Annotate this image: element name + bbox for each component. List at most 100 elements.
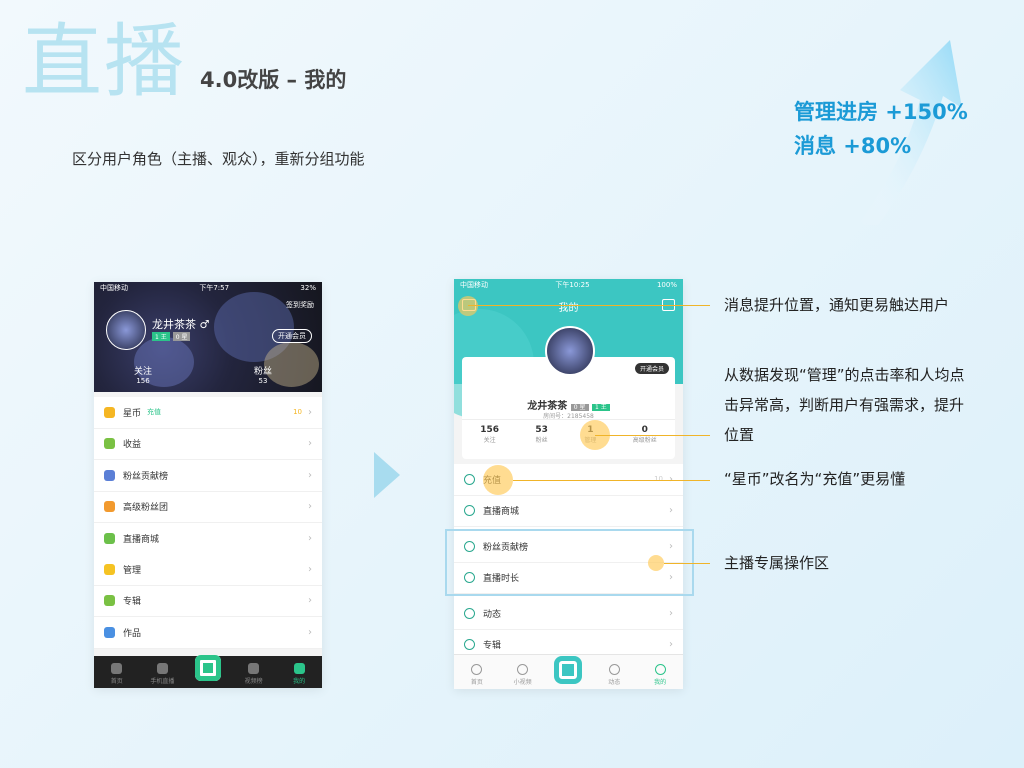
- tab-item[interactable]: 我的: [280, 663, 318, 688]
- old-menu-group-2: 管理 › 专辑 › 作品 ›: [94, 554, 322, 649]
- stat-label: 关注: [483, 437, 496, 444]
- status-time: 下午10:25: [555, 281, 590, 289]
- menu-item-label: 直播商城: [123, 534, 160, 545]
- tab-item[interactable]: 小视频: [504, 664, 542, 689]
- old-menu-group-1: 星币 充值 10 › 收益 › 粉丝贡献榜 › 高级粉丝团 › 直播商城 ›: [94, 397, 322, 555]
- chevron-right-icon: ›: [308, 501, 312, 513]
- username: 龙井茶茶 ♂: [152, 318, 210, 331]
- chevron-right-icon: ›: [669, 607, 673, 619]
- status-time: 下午7:57: [199, 284, 230, 292]
- stat-item[interactable]: 53 粉丝: [535, 425, 548, 444]
- star-badge: 0 星: [570, 404, 589, 411]
- menu-item[interactable]: 动态 ›: [454, 598, 683, 630]
- menu-item[interactable]: 粉丝贡献榜 ›: [94, 460, 322, 492]
- menu-item-label: 直播商城: [483, 507, 520, 518]
- checkin-reward-link[interactable]: 签到奖励: [286, 300, 314, 310]
- chevron-right-icon: ›: [669, 639, 673, 651]
- tab-label: 视频榜: [244, 678, 263, 685]
- menu-item[interactable]: 星币 充值 10 ›: [94, 397, 322, 429]
- chevron-right-icon: ›: [308, 626, 312, 638]
- callout-line-message: [468, 305, 710, 306]
- tab-item[interactable]: 首页: [98, 663, 136, 688]
- chevron-right-icon: ›: [308, 469, 312, 481]
- tab-label: 首页: [470, 679, 483, 686]
- slide-description: 区分用户角色（主播、观众），重新分组功能: [72, 150, 365, 168]
- battery-level: 100%: [656, 281, 677, 289]
- annotation-recharge: “星币”改名为“充值”更易懂: [724, 470, 906, 488]
- level-badge: 1 王: [591, 404, 610, 411]
- tab-label: 我的: [293, 678, 306, 685]
- carrier-label: 中国移动: [460, 281, 488, 289]
- anchor-area-bubble: [648, 555, 664, 571]
- tab-item[interactable]: [189, 655, 227, 688]
- recharge-highlight-bubble: [483, 465, 513, 495]
- vip-button[interactable]: 开通会员: [272, 329, 312, 343]
- trophy-icon: [104, 469, 115, 481]
- tab-icon: [471, 664, 483, 675]
- tab-label: 小视频: [513, 679, 532, 686]
- fans-stat[interactable]: 粉丝 53: [254, 364, 272, 385]
- follow-stat[interactable]: 关注 156: [134, 364, 152, 385]
- stat-value: 53: [535, 425, 548, 435]
- chevron-right-icon: ›: [308, 563, 312, 575]
- tab-item[interactable]: [549, 656, 587, 689]
- tab-item[interactable]: 动态: [595, 664, 633, 689]
- avatar[interactable]: [545, 326, 595, 376]
- follow-label: 关注: [134, 367, 153, 377]
- menu-item[interactable]: 管理 ›: [94, 554, 322, 586]
- tab-item[interactable]: 视频榜: [235, 663, 273, 688]
- menu-item-value: 10: [293, 408, 302, 417]
- tab-icon: [517, 664, 529, 675]
- vip-button[interactable]: 开通会员: [634, 363, 669, 374]
- tab-item[interactable]: 我的: [641, 664, 679, 689]
- menu-item-label: 管理: [123, 565, 142, 576]
- tab-label: 首页: [110, 678, 123, 685]
- stat-manage: 管理进房 +150%: [794, 100, 968, 124]
- chevron-right-icon: ›: [308, 595, 312, 607]
- live-camera-icon: [554, 656, 583, 684]
- avatar[interactable]: [106, 310, 146, 350]
- live-camera-icon: [194, 655, 221, 681]
- tab-item[interactable]: 手机直播: [143, 663, 181, 688]
- bag-icon: [104, 532, 115, 544]
- callout-line-recharge: [513, 480, 710, 481]
- tab-icon: [156, 663, 168, 674]
- menu-item-label: 专辑: [483, 641, 502, 652]
- menu-item[interactable]: 直播商城 ›: [94, 523, 322, 555]
- status-bar: 中国移动 下午10:25 100%: [454, 279, 683, 291]
- chevron-right-icon: ›: [308, 406, 312, 418]
- menu-item-label: 动态: [483, 609, 502, 620]
- menu-item[interactable]: 作品 ›: [94, 617, 322, 649]
- planet-icon: [464, 607, 475, 619]
- chevron-right-icon: ›: [308, 532, 312, 544]
- profile-header-bg: 中国移动 下午7:57 32% 签到奖励 龙井茶茶 ♂ 1 王 0 星 开通会员…: [94, 282, 322, 392]
- menu-item-label: 粉丝贡献榜: [123, 471, 169, 482]
- menu-item[interactable]: 专辑 ›: [94, 586, 322, 617]
- chevron-right-icon: ›: [669, 505, 673, 517]
- stat-item[interactable]: 156 关注: [480, 425, 499, 444]
- menu-item-label: 作品: [123, 628, 142, 639]
- fans-label: 粉丝: [254, 367, 273, 377]
- annotation-anchor-area: 主播专属操作区: [724, 554, 830, 572]
- tab-item[interactable]: 首页: [458, 664, 496, 689]
- menu-item-tag: 充值: [147, 408, 162, 417]
- hero-title: 直播: [22, 15, 186, 108]
- gift-icon: [104, 563, 115, 575]
- annotation-message: 消息提升位置，通知更易触达用户: [724, 296, 950, 314]
- coin-icon: [104, 406, 115, 418]
- album-icon: [104, 595, 115, 607]
- tab-label: 我的: [654, 679, 667, 686]
- stat-value: 0: [641, 425, 648, 435]
- menu-item[interactable]: 收益 ›: [94, 429, 322, 460]
- tab-icon: [293, 663, 305, 674]
- menu-item[interactable]: 直播商城 ›: [454, 496, 683, 527]
- stat-value: 156: [480, 425, 499, 435]
- stat-message: 消息 +80%: [794, 134, 912, 158]
- page-title: 我的: [558, 303, 579, 314]
- stat-label: 粉丝: [535, 437, 548, 444]
- star-badge: 0 星: [172, 332, 191, 341]
- menu-item[interactable]: 高级粉丝团 ›: [94, 492, 322, 523]
- menu-item-label: 高级粉丝团: [123, 503, 169, 514]
- battery-level: 32%: [300, 284, 316, 292]
- stat-label: 高级粉丝: [632, 437, 657, 444]
